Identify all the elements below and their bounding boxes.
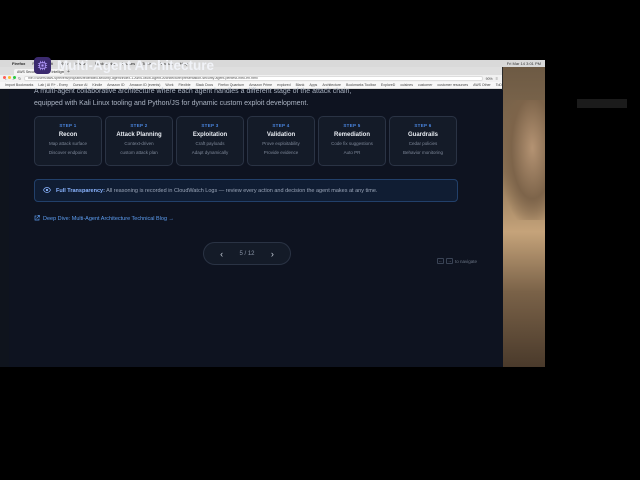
bookmark-item[interactable]: AWS Other [473, 83, 491, 87]
bookmark-item[interactable]: explored [277, 83, 290, 87]
bookmark-item[interactable]: Bookmarks Toolbar [346, 83, 376, 87]
bookmark-item[interactable]: Amazon Prime [249, 83, 272, 87]
deep-dive-label: Deep Dive: Multi-Agent Architecture Tech… [43, 216, 175, 222]
slide-page [9, 90, 503, 367]
bookmark-item[interactable]: Lab | AI R+ - Every [38, 83, 67, 87]
bookmark-item[interactable]: Firefox Quantum [218, 83, 244, 87]
bookmark-item[interactable]: Architecture [322, 83, 341, 87]
menu-bookmarks[interactable]: Bookmarks [95, 61, 115, 66]
slide-pager: ‹ 5 / 12 › [203, 242, 291, 265]
mac-menubar: Firefox File Edit View History Bookmarks… [0, 60, 545, 67]
menu-help[interactable]: Help [180, 61, 188, 66]
zoom-level[interactable]: 90% [486, 77, 493, 81]
wallpaper-detail [503, 100, 545, 220]
bookmark-item[interactable]: ExploreD [381, 83, 395, 87]
address-bar[interactable]: file:///Users/aws-sprevent/proj/labs/fed… [24, 76, 483, 81]
menu-tools[interactable]: Tools [142, 61, 151, 66]
bookmark-item[interactable]: Work [165, 83, 173, 87]
menu-window[interactable]: Window [158, 61, 172, 66]
bookmark-item[interactable]: Slack Docs [196, 83, 214, 87]
window-controls [3, 76, 16, 79]
floating-overlay [577, 99, 627, 108]
page-indicator: 5 / 12 [239, 250, 255, 257]
menu-profiles[interactable]: Profiles [122, 61, 135, 66]
new-tab-icon[interactable]: + [67, 69, 70, 75]
menu-icon[interactable]: ≡ [496, 76, 498, 81]
menubar-clock: Fri Mar 14 3:01 PM [506, 61, 541, 66]
reload-icon[interactable]: ↻ [18, 76, 21, 81]
menu-firefox[interactable]: Firefox [12, 61, 25, 66]
bookmark-item[interactable]: Flexible [179, 83, 191, 87]
bookmark-item[interactable]: customer [418, 83, 432, 87]
bookmark-item[interactable]: Cursor AI [73, 83, 88, 87]
deep-dive-link[interactable]: Deep Dive: Multi-Agent Architecture Tech… [34, 215, 174, 223]
menu-view[interactable]: View [60, 61, 69, 66]
bookmark-item[interactable]: cuisines [400, 83, 413, 87]
bookmarks-toolbar: Import Bookmarks Lab | AI R+ - Every Curso… [0, 82, 502, 89]
menu-edit[interactable]: Edit [46, 61, 53, 66]
desktop-screen: Firefox File Edit View History Bookmarks… [0, 60, 545, 367]
bookmark-item[interactable]: customer resources [437, 83, 468, 87]
menu-file[interactable]: File [32, 61, 38, 66]
browser-tab[interactable]: AWS Security Agent - Intelligent P [14, 69, 64, 75]
bookmark-item[interactable]: ToDo [496, 83, 502, 87]
bookmark-item[interactable]: Amazon ID [107, 83, 124, 87]
bookmark-item[interactable]: Apps [309, 83, 317, 87]
external-link-icon [34, 215, 40, 223]
url-bar-row: ← → ↻ file:///Users/aws-sprevent/proj/la… [0, 75, 502, 82]
maximize-window-button[interactable] [13, 76, 16, 79]
close-window-button[interactable] [3, 76, 6, 79]
menu-history[interactable]: History [75, 61, 87, 66]
bookmark-item[interactable]: Blank [296, 83, 305, 87]
prev-slide-button[interactable]: ‹ [220, 249, 223, 259]
minimize-window-button[interactable] [8, 76, 11, 79]
next-slide-button[interactable]: › [271, 249, 274, 259]
bookmark-item[interactable]: Import Bookmarks [5, 83, 33, 87]
bookmark-item[interactable]: Amazon ID (events) [129, 83, 160, 87]
bookmark-item[interactable]: Kindle [92, 83, 102, 87]
tab-strip: AWS Security Agent - Intelligent P + [0, 67, 502, 75]
